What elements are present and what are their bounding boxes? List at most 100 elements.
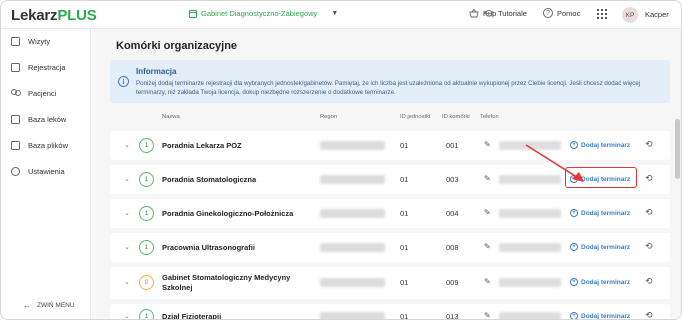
- regon-blurred: [320, 312, 385, 319]
- add-schedule-label: Dodaj terminarz: [581, 278, 631, 286]
- count-badge: 1: [139, 240, 154, 255]
- unit-name: Poradnia Ginekologiczno-Położnicza: [162, 209, 294, 218]
- plus-icon: +: [570, 209, 578, 217]
- avatar[interactable]: KP: [622, 7, 638, 23]
- count-badge: 1: [139, 309, 154, 319]
- pencil-icon[interactable]: ✎: [484, 174, 491, 183]
- sidebar-item-pacjenci[interactable]: Pacjenci: [11, 89, 56, 98]
- id-cell: 004: [446, 209, 459, 218]
- patients-icon: [11, 89, 21, 98]
- table-row[interactable]: ⌄ 1 Dział Fizjoterapii 01 013 ✎ + Dodaj t…: [110, 304, 670, 320]
- add-schedule-button[interactable]: +Dodaj terminarz: [570, 278, 630, 286]
- sidebar-item-label: Pacjenci: [28, 89, 57, 98]
- drug-base-icon: [11, 115, 20, 124]
- sidebar-item-wizyty[interactable]: Wizyty: [11, 37, 50, 46]
- sidebar-item-baza-plikow[interactable]: Baza plików: [11, 141, 68, 150]
- app-logo[interactable]: LekarzPLUS: [11, 7, 97, 24]
- history-icon[interactable]: ⟲: [645, 173, 653, 184]
- id-cell: 003: [446, 175, 459, 184]
- gear-icon: [11, 167, 20, 176]
- history-icon[interactable]: ⟲: [645, 241, 653, 252]
- column-header-id-unit: ID jednostki: [400, 114, 431, 120]
- id-cell: 013: [446, 312, 459, 320]
- pencil-icon[interactable]: ✎: [484, 277, 491, 286]
- plus-icon: +: [570, 312, 578, 319]
- id-unit: 01: [400, 278, 409, 287]
- phone-blurred: [499, 209, 561, 218]
- chevron-down-icon: ▼: [331, 10, 339, 17]
- arrow-left-icon: ←: [23, 301, 31, 310]
- collapse-menu-button[interactable]: ← ZWIŃ MENU: [23, 301, 75, 310]
- count-badge: 0: [139, 275, 154, 290]
- scrollbar[interactable]: [675, 31, 681, 319]
- column-header-id-cell: ID komórki: [442, 114, 470, 120]
- history-icon[interactable]: ⟲: [645, 276, 653, 287]
- pencil-icon[interactable]: ✎: [484, 208, 491, 217]
- add-schedule-label: Dodaj terminarz: [581, 243, 631, 251]
- unit-name: Poradnia Lekarza POZ: [162, 141, 242, 150]
- logo-text-lekarz: Lekarz: [11, 7, 58, 24]
- chevron-down-icon[interactable]: ⌄: [124, 175, 130, 183]
- sidebar-item-label: Baza leków: [28, 115, 67, 124]
- add-schedule-button[interactable]: +Dodaj terminarz: [570, 312, 631, 320]
- count-badge: 1: [139, 206, 154, 221]
- user-name[interactable]: Kacper: [645, 10, 669, 19]
- page-title: Komórki organizacyjne: [116, 40, 238, 52]
- sidebar-item-ustawienia[interactable]: Ustawienia: [11, 167, 65, 176]
- info-title: Informacja: [136, 67, 177, 76]
- sidebar-item-label: Wizyty: [28, 37, 51, 46]
- table-row[interactable]: ⌄ 0 Gabinet Stomatologiczny Medycyny Szk…: [110, 267, 670, 299]
- phone-blurred: [499, 312, 561, 319]
- files-icon: [11, 141, 20, 150]
- regon-blurred: [320, 175, 385, 184]
- basket-icon: [469, 8, 479, 18]
- add-schedule-button[interactable]: +Dodaj terminarz: [570, 243, 630, 251]
- history-icon[interactable]: ⟲: [645, 310, 653, 319]
- sidebar-item-baza-lekow[interactable]: Baza leków: [11, 115, 66, 124]
- unit-name: Poradnia Stomatologiczna: [162, 175, 257, 184]
- nav-tutorials[interactable]: Tutoriale: [484, 8, 527, 18]
- unit-name: Pracownia Ultrasonografii: [162, 243, 255, 252]
- info-text: Poniżej dodaj terminarze rejestracji dla…: [136, 80, 641, 96]
- chevron-down-icon[interactable]: ⌄: [124, 141, 130, 149]
- chevron-down-icon[interactable]: ⌄: [124, 278, 130, 286]
- history-icon[interactable]: ⟲: [645, 139, 653, 150]
- column-header-name: Nazwa: [162, 114, 180, 120]
- column-header-regon: Regon: [320, 114, 338, 120]
- calendar-icon: [11, 37, 20, 46]
- regon-blurred: [320, 243, 385, 252]
- table-row[interactable]: ⌄ 1 Pracownia Ultrasonografii 01 008 ✎ +…: [110, 233, 670, 262]
- scrollbar-thumb[interactable]: [675, 119, 680, 179]
- regon-blurred: [320, 209, 385, 218]
- sidebar-item-label: Rejestracja: [28, 63, 66, 72]
- pencil-icon[interactable]: ✎: [484, 242, 491, 251]
- phone-blurred: [499, 243, 561, 252]
- chevron-down-icon[interactable]: ⌄: [124, 312, 130, 319]
- sidebar-item-rejestracja[interactable]: Rejestracja: [11, 63, 66, 72]
- table-row[interactable]: ⌄ 1 Poradnia Ginekologiczno-Położnicza 0…: [110, 199, 670, 228]
- id-unit: 01: [400, 312, 409, 320]
- main-content: Komórki organizacyjne i Informacja Poniż…: [92, 29, 681, 320]
- logo-text-plus: PLUS: [57, 7, 97, 24]
- id-unit: 01: [400, 175, 409, 184]
- pencil-icon[interactable]: ✎: [484, 311, 491, 319]
- add-schedule-label: Dodaj terminarz: [581, 312, 631, 320]
- info-icon: i: [118, 76, 129, 87]
- history-icon[interactable]: ⟲: [645, 207, 653, 218]
- sidebar-item-label: Baza plików: [28, 141, 69, 150]
- pencil-icon[interactable]: ✎: [484, 140, 491, 149]
- clinic-selector[interactable]: Gabinet Diagnostyczno-Zabiegowy ▼: [189, 9, 338, 18]
- add-schedule-button[interactable]: +Dodaj terminarz: [570, 209, 630, 217]
- help-icon: ?: [543, 8, 553, 18]
- plus-icon: +: [570, 243, 578, 251]
- plus-icon: +: [570, 278, 578, 286]
- chevron-down-icon[interactable]: ⌄: [124, 209, 130, 217]
- count-badge: 1: [139, 172, 154, 187]
- nav-help[interactable]: ? Pomoc: [543, 8, 580, 18]
- nav-tutorials-label: Tutoriale: [498, 8, 527, 18]
- chevron-down-icon[interactable]: ⌄: [124, 243, 130, 251]
- unit-name: Dział Fizjoterapii: [162, 312, 222, 320]
- id-unit: 01: [400, 243, 409, 252]
- count-badge: 1: [139, 138, 154, 153]
- apps-grid-icon[interactable]: [597, 9, 607, 19]
